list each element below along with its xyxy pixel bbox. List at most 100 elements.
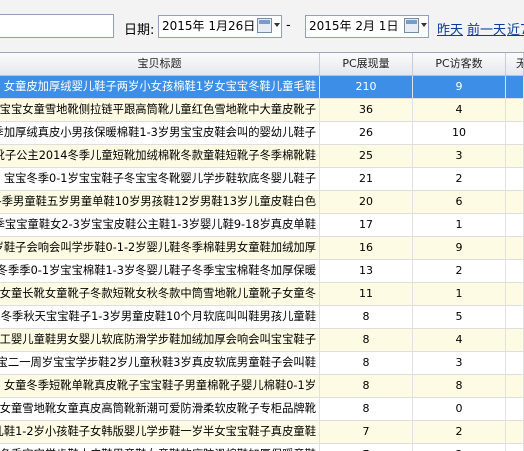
extra-cell: [506, 283, 524, 305]
column-header-pc-visitors[interactable]: PC访客数: [413, 53, 506, 75]
pc-impressions-cell: 8: [320, 398, 413, 420]
date-label: 日期:: [124, 23, 155, 38]
start-date-picker[interactable]: 2015年 1月26日: [158, 15, 282, 38]
extra-cell: [506, 145, 524, 167]
pc-impressions-cell: 20: [320, 191, 413, 213]
item-title-cell: 2岁鞋子会响会叫学步鞋0-1-2岁婴儿鞋冬季棉鞋男女童鞋加绒加厚: [0, 237, 320, 259]
extra-cell: [506, 421, 524, 443]
item-title-cell: 宝宝冬季0-1岁宝宝鞋子冬宝宝冬靴婴儿学步鞋软底冬婴儿鞋子: [0, 168, 320, 190]
table-row[interactable]: 冬季季0-1岁宝宝棉鞋1-3岁冬婴儿鞋子冬季宝宝棉鞋冬加厚保暖 13 2: [0, 260, 524, 283]
extra-cell: [506, 352, 524, 374]
pc-visitors-cell: 10: [413, 122, 506, 144]
item-title-cell: 宝宝女童雪地靴侧拉链平跟高筒靴儿童红色雪地靴中大童皮靴子: [0, 99, 320, 121]
toolbar: 日期: 2015年 1月26日 - 2015年 2月 1日 昨天 前一天 近7: [0, 0, 524, 52]
item-title-cell: 宝宝女童雪地靴女童真皮高筒靴新潮可爱防滑柔软皮靴子专柜品牌靴: [0, 398, 320, 420]
end-date-picker[interactable]: 2015年 2月 1日: [305, 15, 429, 38]
item-title-cell: 冬季秋天宝宝鞋子1-3岁男童皮鞋10个月软底叫叫鞋男孩儿童鞋: [0, 306, 320, 328]
table-row[interactable]: 宝宝冬季0-1岁宝宝鞋子冬宝宝冬靴婴儿学步鞋软底冬婴儿鞋子 21 2: [0, 168, 524, 191]
yesterday-link[interactable]: 昨天: [437, 19, 463, 38]
table-row[interactable]: 手工婴儿童鞋男女婴儿软底防滑学步鞋加绒加厚会响会叫宝宝鞋子 8 4: [0, 329, 524, 352]
extra-cell: [506, 76, 524, 98]
pc-visitors-cell: 1: [413, 214, 506, 236]
table-row[interactable]: 女童冬季短靴单靴真皮靴子宝宝鞋子男童棉靴子婴儿棉鞋0-1岁 8 8: [0, 375, 524, 398]
pc-impressions-cell: 8: [320, 329, 413, 351]
item-title-cell: 女童靴子公主2014冬季儿童短靴加绒棉靴冬款童鞋短靴子冬季棉靴鞋: [0, 145, 320, 167]
extra-cell: [506, 260, 524, 282]
pc-visitors-cell: 8: [413, 375, 506, 397]
item-title-cell: 冬季男童鞋五岁男童单鞋10岁男孩鞋12岁男鞋13岁儿童皮鞋白色: [0, 191, 320, 213]
pc-visitors-cell: 9: [413, 76, 506, 98]
table-row[interactable]: 冬季秋天宝宝鞋子1-3岁男童皮鞋10个月软底叫叫鞋男孩儿童鞋 8 5: [0, 306, 524, 329]
extra-cell: [506, 168, 524, 190]
pc-visitors-cell: 4: [413, 329, 506, 351]
calendar-icon[interactable]: [257, 18, 272, 33]
pc-visitors-cell: 5: [413, 306, 506, 328]
pc-visitors-cell: 9: [413, 237, 506, 259]
pc-impressions-cell: 21: [320, 168, 413, 190]
pc-visitors-cell: 3: [413, 145, 506, 167]
item-title-cell: 女童冬季短靴单靴真皮靴子宝宝鞋子男童棉靴子婴儿棉鞋0-1岁: [0, 375, 320, 397]
pc-impressions-cell: 13: [320, 260, 413, 282]
table-row[interactable]: 冬季加厚绒真皮小男孩保暖棉鞋1-3岁男宝宝皮鞋会叫的婴幼儿鞋子 26 10: [0, 122, 524, 145]
pc-impressions-cell: 8: [320, 375, 413, 397]
pc-impressions-cell: 17: [320, 214, 413, 236]
extra-cell: [506, 99, 524, 121]
extra-cell: [506, 329, 524, 351]
item-title-cell: 冬季季0-1岁宝宝棉鞋1-3岁冬婴儿鞋子冬季宝宝棉鞋冬加厚保暖: [0, 260, 320, 282]
extra-cell: [506, 122, 524, 144]
table-row[interactable]: 女童长靴女童靴子冬款短靴女秋冬款中筒雪地靴儿童靴子女童冬 11 1: [0, 283, 524, 306]
extra-cell: [506, 191, 524, 213]
item-title-cell: 女童皮加厚绒婴儿鞋子两岁小女孩棉鞋1岁女宝宝冬鞋儿童毛鞋: [0, 76, 320, 98]
dropdown-icon[interactable]: [274, 23, 280, 27]
pc-visitors-cell: 2: [413, 168, 506, 190]
table-row[interactable]: 冬季宝宝童鞋女2-3岁宝宝皮鞋公主鞋1-3岁婴儿鞋9-18岁真皮单鞋 17 1: [0, 214, 524, 237]
pc-impressions-cell: 25: [320, 145, 413, 167]
item-title-cell: 婴儿鞋1-2岁小孩鞋子女韩版婴儿学步鞋一岁半女宝宝鞋子真皮童鞋: [0, 421, 320, 443]
pc-visitors-cell: 4: [413, 99, 506, 121]
table-row[interactable]: 女童靴子公主2014冬季儿童短靴加绒棉靴冬款童鞋短靴子冬季棉靴鞋 25 3: [0, 145, 524, 168]
item-title-cell: 女童长靴女童靴子冬款短靴女秋冬款中筒雪地靴儿童靴子女童冬: [0, 283, 320, 305]
table-row[interactable]: 宝宝二一周岁宝宝学步鞋2岁儿童秋鞋3岁真皮软底男童鞋子会叫鞋 8 3: [0, 352, 524, 375]
pc-impressions-cell: 8: [320, 352, 413, 374]
table-row[interactable]: 2岁鞋子会响会叫学步鞋0-1-2岁婴儿鞋冬季棉鞋男女童鞋加绒加厚 16 9: [0, 237, 524, 260]
item-title-cell: 宝宝二一周岁宝宝学步鞋2岁儿童秋鞋3岁真皮软底男童鞋子会叫鞋: [0, 352, 320, 374]
column-header-pc-impressions[interactable]: PC展现量: [320, 53, 413, 75]
start-date-value: 2015年 1月26日: [162, 19, 256, 33]
extra-cell: [506, 237, 524, 259]
pc-impressions-cell: 36: [320, 99, 413, 121]
pc-visitors-cell: 0: [413, 398, 506, 420]
extra-cell: [506, 214, 524, 236]
table-row[interactable]: 婴儿鞋1-2岁小孩鞋子女韩版婴儿学步鞋一岁半女宝宝鞋子真皮童鞋 7 2: [0, 421, 524, 444]
item-title-cell: 手工婴儿童鞋男女婴儿软底防滑学步鞋加绒加厚会响会叫宝宝鞋子: [0, 329, 320, 351]
pc-impressions-cell: 7: [320, 421, 413, 443]
column-header-extra[interactable]: 无: [506, 53, 524, 75]
pc-visitors-cell: 2: [413, 421, 506, 443]
pc-visitors-cell: 3: [413, 352, 506, 374]
table-row[interactable]: 宝宝女童雪地靴女童真皮高筒靴新潮可爱防滑柔软皮靴子专柜品牌靴 8 0: [0, 398, 524, 421]
pc-impressions-cell: 16: [320, 237, 413, 259]
table-row[interactable]: 宝宝女童雪地靴侧拉链平跟高筒靴儿童红色雪地靴中大童皮靴子 36 4: [0, 99, 524, 122]
previous-day-link[interactable]: 前一天: [467, 19, 506, 38]
end-date-value: 2015年 2月 1日: [309, 19, 399, 33]
pc-impressions-cell: 8: [320, 306, 413, 328]
item-title-cell: 冬季加厚绒真皮小男孩保暖棉鞋1-3岁男宝宝皮鞋会叫的婴幼儿鞋子: [0, 122, 320, 144]
extra-cell: [506, 398, 524, 420]
table-row[interactable]: 女童皮加厚绒婴儿鞋子两岁小女孩棉鞋1岁女宝宝冬鞋儿童毛鞋 210 9: [0, 76, 524, 99]
pc-impressions-cell: 210: [320, 76, 413, 98]
calendar-icon[interactable]: [404, 18, 419, 33]
pc-visitors-cell: 1: [413, 283, 506, 305]
date-range-dash: -: [286, 18, 291, 33]
pc-visitors-cell: 6: [413, 191, 506, 213]
pc-visitors-cell: 2: [413, 260, 506, 282]
last-7-days-link[interactable]: 近7: [507, 19, 524, 38]
column-header-title[interactable]: 宝贝标题: [0, 53, 320, 75]
table-row[interactable]: 冬季男童鞋五岁男童单鞋10岁男孩鞋12岁男鞋13岁儿童皮鞋白色 20 6: [0, 191, 524, 214]
grid-header: 宝贝标题 PC展现量 PC访客数 无: [0, 53, 524, 76]
dropdown-icon[interactable]: [421, 23, 427, 27]
extra-cell: [506, 306, 524, 328]
pc-impressions-cell: 26: [320, 122, 413, 144]
extra-cell: [506, 375, 524, 397]
item-title-cell: 冬季宝宝童鞋女2-3岁宝宝皮鞋公主鞋1-3岁婴儿鞋9-18岁真皮单鞋: [0, 214, 320, 236]
search-input[interactable]: [0, 14, 114, 38]
pc-impressions-cell: 11: [320, 283, 413, 305]
